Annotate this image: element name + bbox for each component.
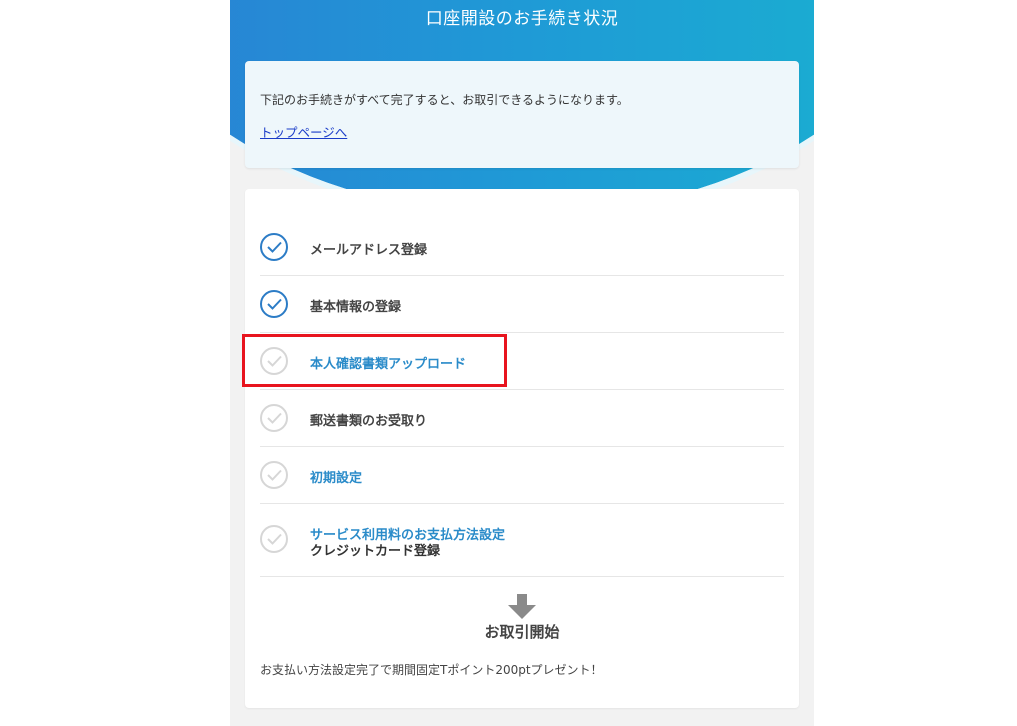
trading-start-label: お取引開始 [484,623,560,641]
check-circle-icon [260,404,288,432]
step-label: 郵送書類のお受取り [310,414,428,429]
check-circle-icon [260,461,288,489]
step-link-initial-settings[interactable]: 初期設定 [310,467,362,486]
steps-card: メールアドレス登録 基本情報の登録 本人確認書類アップロード 郵送書類のお受取り [245,189,799,708]
step-initial-settings[interactable]: 初期設定 [260,446,784,504]
arrow-down-icon [508,594,536,619]
info-message: 下記のお手続きがすべて完了すると、お取引できるようになります。 [260,93,629,107]
step-sublabel: クレジットカード登録 [310,544,441,559]
step-email-registration: メールアドレス登録 [260,218,784,276]
step-payment-method[interactable]: サービス利用料のお支払方法設定 クレジットカード登録 [260,503,784,577]
top-page-link[interactable]: トップページへ [260,122,347,141]
page: 口座開設のお手続き状況 下記のお手続きがすべて完了すると、お取引できるようになり… [0,0,1017,726]
check-circle-icon [260,525,288,553]
info-card: 下記のお手続きがすべて完了すると、お取引できるようになります。 トップページへ [245,61,799,168]
check-circle-icon [260,290,288,318]
check-circle-icon [260,233,288,261]
step-mail-receipt: 郵送書類のお受取り [260,389,784,447]
page-title: 口座開設のお手続き状況 [425,9,619,29]
step-label: メールアドレス登録 [310,243,428,258]
step-label: 基本情報の登録 [310,300,402,315]
promo-text: お支払い方法設定完了で期間固定Tポイント200ptプレゼント！ [260,663,603,677]
highlight-annotation-box [242,334,507,387]
step-basic-info: 基本情報の登録 [260,275,784,333]
